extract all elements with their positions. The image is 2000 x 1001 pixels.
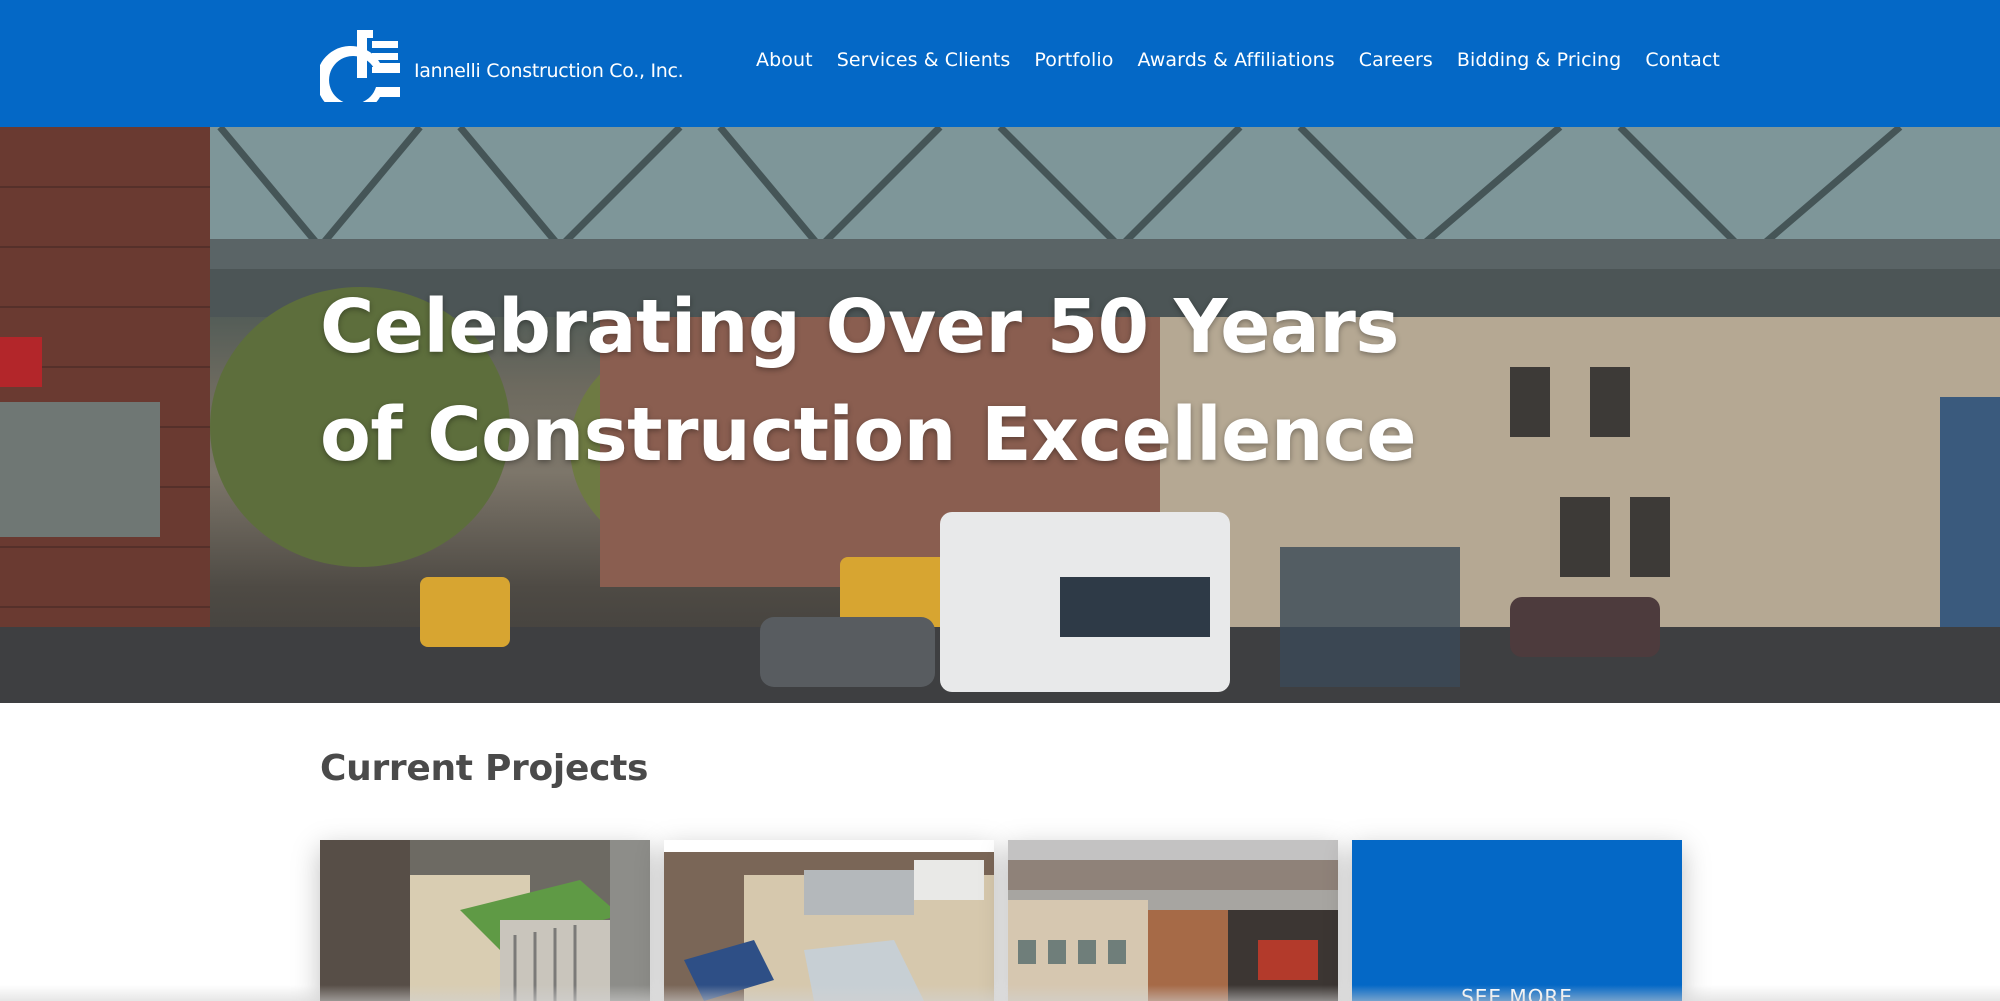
nav-awards-affiliations[interactable]: Awards & Affiliations xyxy=(1137,49,1334,77)
site-header: Iannelli Construction Co., Inc. About Se… xyxy=(0,0,2000,127)
project-card-2[interactable] xyxy=(664,840,994,1001)
hero-title-line-2: of Construction Excellence xyxy=(320,392,1417,478)
project-photo-2 xyxy=(664,840,994,1001)
see-more-label: SEE MORE xyxy=(1461,985,1573,1001)
project-card-1[interactable] xyxy=(320,840,650,1001)
nav-bidding-pricing[interactable]: Bidding & Pricing xyxy=(1457,49,1621,77)
project-card-3[interactable] xyxy=(1008,840,1338,1001)
nav-services-clients[interactable]: Services & Clients xyxy=(837,49,1011,77)
company-name: Iannelli Construction Co., Inc. xyxy=(414,60,684,82)
hero-title-line-1: Celebrating Over 50 Years xyxy=(320,284,1399,370)
see-more-card[interactable]: SEE MORE xyxy=(1352,840,1682,1001)
nav-careers[interactable]: Careers xyxy=(1359,49,1433,77)
nav-contact[interactable]: Contact xyxy=(1645,49,1720,77)
project-photo-1 xyxy=(320,840,650,1001)
company-logo-link[interactable]: Iannelli Construction Co., Inc. xyxy=(320,25,684,102)
project-cards: SEE MORE xyxy=(320,840,1682,1001)
nav-about[interactable]: About xyxy=(756,49,813,77)
project-photo-3 xyxy=(1008,840,1338,1001)
hero-banner: Celebrating Over 50 Years of Constructio… xyxy=(0,127,2000,703)
main-nav: About Services & Clients Portfolio Award… xyxy=(756,49,1720,77)
hero-title: Celebrating Over 50 Years of Constructio… xyxy=(320,273,1417,489)
company-logo-icon xyxy=(320,30,400,102)
nav-portfolio[interactable]: Portfolio xyxy=(1034,49,1113,77)
current-projects-heading: Current Projects xyxy=(320,748,649,789)
